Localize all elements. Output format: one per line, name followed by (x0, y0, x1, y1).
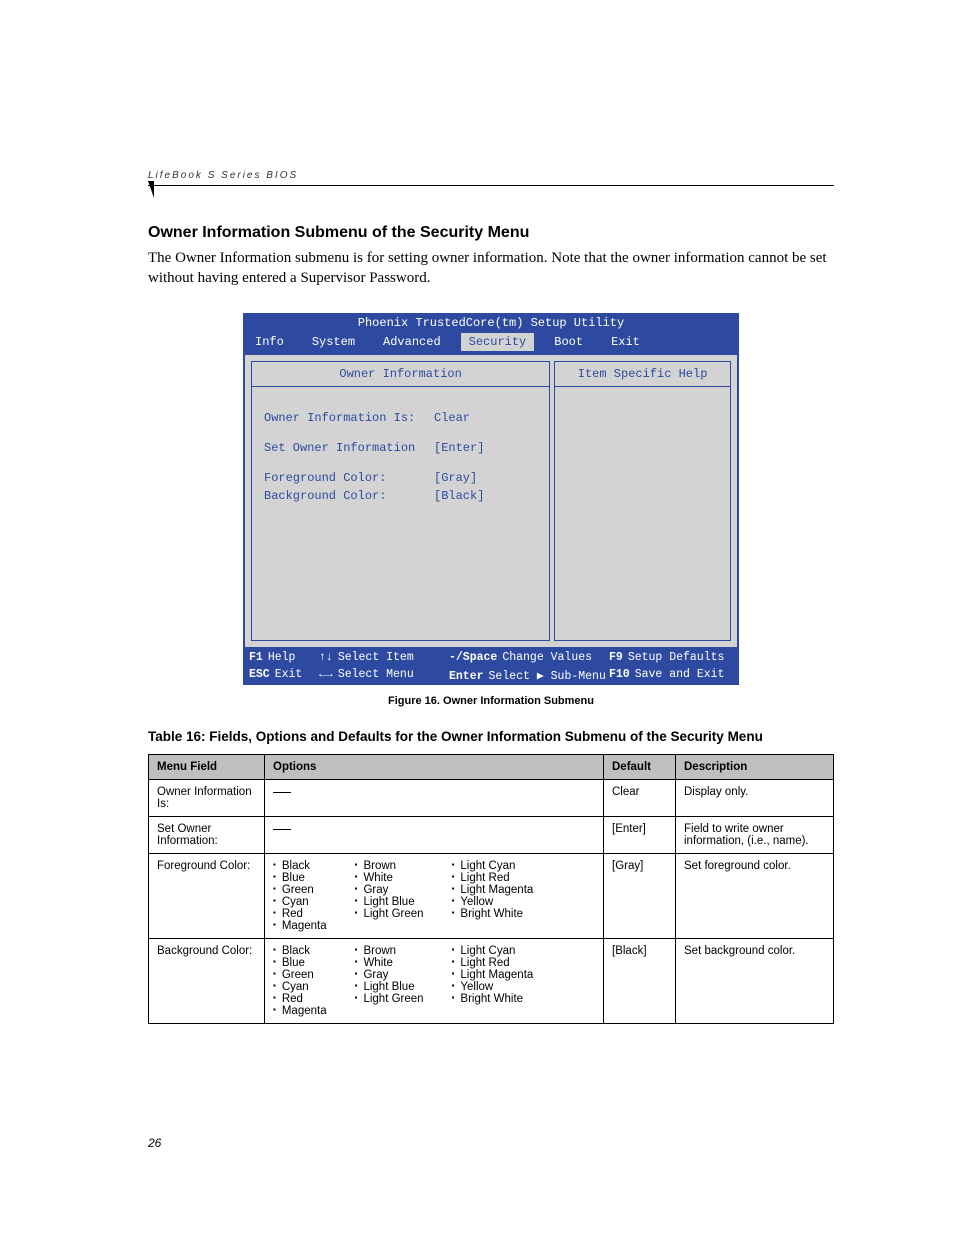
col-options: Options (265, 754, 604, 779)
bios-title: Phoenix TrustedCore(tm) Setup Utility (243, 313, 739, 333)
cell-menu-field: Foreground Color: (149, 853, 265, 938)
bios-field-value[interactable]: [Enter] (434, 441, 484, 455)
cell-default: [Enter] (604, 816, 676, 853)
table-caption: Table 16: Fields, Options and Defaults f… (148, 729, 834, 744)
intro-paragraph: The Owner Information submenu is for set… (148, 248, 834, 289)
bios-field: Owner Information Is: Clear (252, 409, 549, 427)
cell-menu-field: Background Color: (149, 938, 265, 1023)
bios-screenshot: Phoenix TrustedCore(tm) Setup Utility In… (243, 313, 739, 685)
bios-tab-exit[interactable]: Exit (603, 333, 648, 351)
table-header: Menu Field Options Default Description (149, 754, 834, 779)
option-item: Light Green (355, 993, 424, 1005)
option-item: Green (273, 884, 327, 896)
option-item: Light Blue (355, 981, 424, 993)
option-item: Light Cyan (452, 860, 534, 872)
bios-field-label: Foreground Color: (264, 471, 434, 485)
bios-field-label: Owner Information Is: (264, 411, 434, 425)
col-default: Default (604, 754, 676, 779)
options-table: Menu Field Options Default Description O… (148, 754, 834, 1024)
cell-default: [Gray] (604, 853, 676, 938)
table-row: Owner Information Is: ClearDisplay only. (149, 779, 834, 816)
option-item: Light Blue (355, 896, 424, 908)
cell-options: BlackBlueGreenCyanRedMagenta BrownWhiteGr… (265, 853, 604, 938)
cell-menu-field: Set Owner Information: (149, 816, 265, 853)
cell-description: Set foreground color. (676, 853, 834, 938)
bios-field-label: Background Color: (264, 489, 434, 503)
option-item: Gray (355, 884, 424, 896)
option-item: Cyan (273, 896, 327, 908)
bios-field-value[interactable]: [Gray] (434, 471, 477, 485)
bios-field-value: Clear (434, 411, 470, 425)
option-item: White (355, 957, 424, 969)
cell-description: Field to write owner information, (i.e.,… (676, 816, 834, 853)
bios-field-label: Set Owner Information (264, 441, 434, 455)
figure-caption: Figure 16. Owner Information Submenu (148, 695, 834, 707)
option-item: Black (273, 860, 327, 872)
bios-field-value[interactable]: [Black] (434, 489, 484, 503)
option-item: Cyan (273, 981, 327, 993)
cell-description: Set background color. (676, 938, 834, 1023)
bios-footer-row: F1Help ↑↓Select Item -/SpaceChange Value… (243, 649, 739, 666)
bios-footer-row: ESCExit ←→Select Menu EnterSelect ▶ Sub-… (243, 666, 739, 685)
option-item: Yellow (452, 896, 534, 908)
option-item: Bright White (452, 993, 534, 1005)
bios-tab-system[interactable]: System (304, 333, 363, 351)
running-head: LifeBook S Series BIOS (148, 170, 834, 186)
cell-options (265, 816, 604, 853)
option-item: Brown (355, 945, 424, 957)
bios-tab-boot[interactable]: Boot (546, 333, 591, 351)
bios-field: Set Owner Information [Enter] (252, 439, 549, 457)
option-item: Light Red (452, 872, 534, 884)
option-item: Gray (355, 969, 424, 981)
cell-options (265, 779, 604, 816)
section-title: Owner Information Submenu of the Securit… (148, 224, 834, 242)
option-item: Black (273, 945, 327, 957)
cell-options: BlackBlueGreenCyanRedMagenta BrownWhiteGr… (265, 938, 604, 1023)
option-item: Yellow (452, 981, 534, 993)
option-item: Green (273, 969, 327, 981)
option-item: Light Red (452, 957, 534, 969)
option-item: Blue (273, 957, 327, 969)
page: LifeBook S Series BIOS Owner Information… (0, 0, 954, 1235)
bios-help-title: Item Specific Help (555, 362, 730, 387)
col-description: Description (676, 754, 834, 779)
option-item: Magenta (273, 1005, 327, 1017)
bios-help-pane: Item Specific Help (554, 361, 731, 641)
corner-mark (148, 181, 154, 198)
option-item: Brown (355, 860, 424, 872)
cell-default: Clear (604, 779, 676, 816)
bios-pane-title: Owner Information (252, 362, 549, 387)
bios-tabs: Info System Advanced Security Boot Exit (243, 333, 739, 355)
bios-tab-advanced[interactable]: Advanced (375, 333, 449, 351)
bios-field: Foreground Color: [Gray] (252, 469, 549, 487)
option-item: Red (273, 908, 327, 920)
bios-tab-info[interactable]: Info (247, 333, 292, 351)
bios-tab-security[interactable]: Security (461, 333, 535, 351)
option-item: Light Green (355, 908, 424, 920)
page-number: 26 (148, 1136, 161, 1150)
option-item: Light Magenta (452, 884, 534, 896)
cell-menu-field: Owner Information Is: (149, 779, 265, 816)
bios-left-pane: Owner Information Owner Information Is: … (251, 361, 550, 641)
option-item: White (355, 872, 424, 884)
table-row: Foreground Color:BlackBlueGreenCyanRedMa… (149, 853, 834, 938)
table-row: Background Color:BlackBlueGreenCyanRedMa… (149, 938, 834, 1023)
cell-description: Display only. (676, 779, 834, 816)
cell-default: [Black] (604, 938, 676, 1023)
table-row: Set Owner Information: [Enter]Field to wr… (149, 816, 834, 853)
option-item: Blue (273, 872, 327, 884)
option-item: Light Cyan (452, 945, 534, 957)
option-item: Bright White (452, 908, 534, 920)
option-item: Red (273, 993, 327, 1005)
bios-field: Background Color: [Black] (252, 487, 549, 505)
option-item: Magenta (273, 920, 327, 932)
col-menu-field: Menu Field (149, 754, 265, 779)
option-item: Light Magenta (452, 969, 534, 981)
